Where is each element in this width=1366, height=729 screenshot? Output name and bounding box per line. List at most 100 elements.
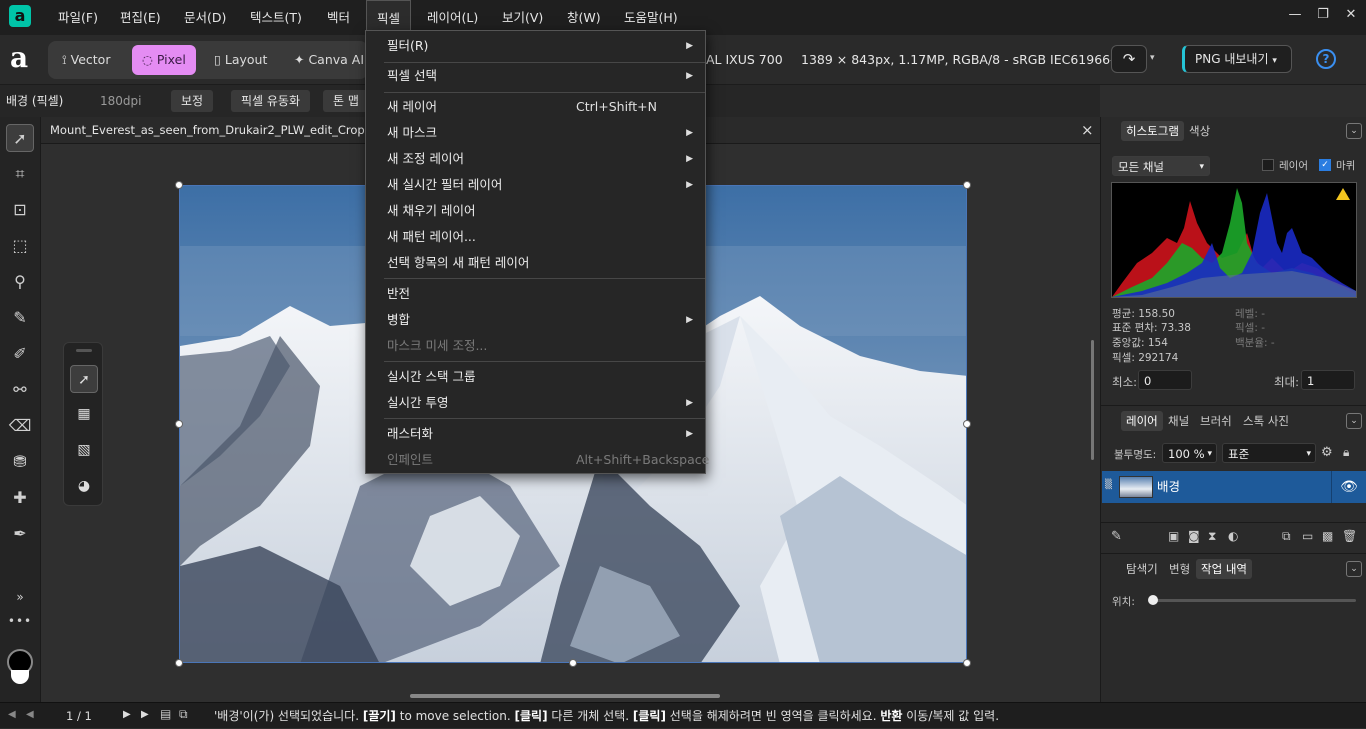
- selection-brush-icon[interactable]: ⊡: [6, 196, 34, 224]
- persona-vector[interactable]: ⟟ Vector: [52, 45, 120, 75]
- menu-item-pixel-selection[interactable]: 픽셀 선택 ▶: [366, 63, 705, 89]
- close-window-icon[interactable]: ✕: [1336, 0, 1366, 30]
- mesh-warp-icon[interactable]: ◕: [70, 472, 98, 500]
- selection-handle[interactable]: [963, 420, 971, 428]
- menu-item-pattern-from-selection[interactable]: 선택 항목의 새 패턴 레이어: [366, 250, 705, 276]
- snapping-icon[interactable]: ↷: [1111, 45, 1147, 73]
- mask-icon[interactable]: ◙: [1188, 529, 1200, 543]
- blend-mode-select[interactable]: 표준 ▾: [1222, 443, 1316, 463]
- menu-item-new-mask[interactable]: 새 마스크 ▶: [366, 120, 705, 146]
- opacity-select[interactable]: 100 % ▾: [1162, 443, 1217, 463]
- menu-item-rasterize[interactable]: 래스터화 ▶: [366, 421, 705, 447]
- trash-icon[interactable]: 🗑︎: [1342, 529, 1357, 543]
- liquify-button[interactable]: 픽셀 유동화: [231, 90, 311, 112]
- minimize-icon[interactable]: —: [1280, 0, 1310, 30]
- tab-transform[interactable]: 변형: [1164, 559, 1195, 579]
- app-logo-icon[interactable]: a: [9, 5, 31, 27]
- color-replace-icon[interactable]: ⚯: [6, 376, 34, 404]
- menu-item-new-pattern-layer[interactable]: 새 패턴 레이어...: [366, 224, 705, 250]
- move-tool-icon[interactable]: ➚: [6, 124, 34, 152]
- layer-checkbox[interactable]: [1262, 159, 1274, 171]
- history-slider-track[interactable]: [1152, 599, 1356, 602]
- folder-icon[interactable]: ▭: [1302, 529, 1313, 543]
- fx-icon[interactable]: ▣: [1168, 529, 1179, 543]
- erase-brush-icon[interactable]: ⌫: [6, 412, 34, 440]
- selection-handle[interactable]: [963, 659, 971, 667]
- adjustment-icon[interactable]: ◐: [1228, 529, 1238, 543]
- lock-icon[interactable]: 🔒︎: [1343, 445, 1349, 460]
- overflow-icon[interactable]: •••: [6, 607, 34, 635]
- pixel-brush-icon[interactable]: ✐: [6, 340, 34, 368]
- menu-file[interactable]: 파일(F): [48, 0, 108, 35]
- persona-layout[interactable]: ▯ Layout: [204, 45, 277, 75]
- tab-stock[interactable]: 스톡 사진: [1238, 411, 1294, 431]
- secondary-color-swatch[interactable]: [11, 670, 29, 684]
- first-page-icon[interactable]: ◀: [8, 709, 16, 720]
- menu-item-invert[interactable]: 반전: [366, 281, 705, 307]
- clone-stamp-icon[interactable]: ⛃: [6, 448, 34, 476]
- grid-icon[interactable]: ▦: [70, 400, 98, 428]
- tab-histogram[interactable]: 히스토그램: [1121, 121, 1184, 141]
- pen-tool-icon[interactable]: ✒: [6, 520, 34, 548]
- marquee-checkbox[interactable]: ✓: [1319, 159, 1331, 171]
- hourglass-icon[interactable]: ⧗: [1208, 529, 1216, 544]
- menu-document[interactable]: 문서(D): [174, 0, 236, 35]
- menu-vector[interactable]: 벡터: [317, 0, 360, 35]
- menu-item-new-layer[interactable]: 새 레이어 Ctrl+Shift+N: [366, 94, 705, 120]
- checker-icon[interactable]: ▩: [1322, 529, 1333, 543]
- collapse-icon[interactable]: ⌄: [1346, 413, 1362, 429]
- export-png-button[interactable]: PNG 내보내기 ▾: [1182, 45, 1292, 73]
- flood-select-icon[interactable]: ⚲: [6, 268, 34, 296]
- restore-icon[interactable]: ❐: [1308, 0, 1338, 30]
- tab-navigator[interactable]: 탐색기: [1121, 559, 1163, 579]
- drag-handle[interactable]: [76, 349, 92, 352]
- menu-item-merge[interactable]: 병합 ▶: [366, 307, 705, 333]
- help-icon[interactable]: ?: [1316, 49, 1336, 69]
- tab-brushes[interactable]: 브러쉬: [1195, 411, 1237, 431]
- group-icon[interactable]: ⧉: [1282, 529, 1291, 544]
- selection-handle[interactable]: [175, 659, 183, 667]
- next-page-icon[interactable]: ▶: [123, 709, 131, 720]
- crop-tool-icon[interactable]: ⌗: [6, 160, 34, 188]
- perspective-grid-icon[interactable]: ▧: [70, 436, 98, 464]
- selection-handle[interactable]: [175, 181, 183, 189]
- healing-brush-icon[interactable]: ✚: [6, 484, 34, 512]
- menu-item-new-fill-layer[interactable]: 새 채우기 레이어: [366, 198, 705, 224]
- tab-channels[interactable]: 채널: [1163, 411, 1194, 431]
- menu-edit[interactable]: 편집(E): [110, 0, 171, 35]
- last-page-icon[interactable]: ▶: [141, 709, 149, 720]
- collapse-icon[interactable]: ⌄: [1346, 561, 1362, 577]
- visibility-eye-icon[interactable]: 👁︎: [1331, 471, 1366, 503]
- min-input[interactable]: 0: [1138, 370, 1192, 390]
- selection-handle[interactable]: [569, 659, 577, 667]
- selection-handle[interactable]: [175, 420, 183, 428]
- horizontal-scrollbar[interactable]: [410, 694, 720, 698]
- settings-gear-icon[interactable]: ⚙: [1321, 445, 1333, 460]
- tab-color[interactable]: 색상: [1184, 121, 1215, 141]
- history-slider-thumb[interactable]: [1148, 595, 1158, 605]
- menu-item-live-projection[interactable]: 실시간 투영 ▶: [366, 390, 705, 416]
- tab-layers[interactable]: 레이어: [1121, 411, 1163, 431]
- menu-item-filter[interactable]: 필터(R) ▶: [366, 33, 705, 59]
- tab-history[interactable]: 작업 내역: [1196, 559, 1252, 579]
- chevron-down-icon[interactable]: ▾: [1150, 53, 1155, 63]
- menu-item-new-live-filter-layer[interactable]: 새 실시간 필터 레이어 ▶: [366, 172, 705, 198]
- edit-layer-icon[interactable]: ✎: [1111, 529, 1122, 544]
- page-icon[interactable]: ▤: [160, 707, 171, 721]
- persona-pixel[interactable]: ◌ Pixel: [132, 45, 196, 75]
- menu-item-new-adjustment-layer[interactable]: 새 조정 레이어 ▶: [366, 146, 705, 172]
- close-document-icon[interactable]: ×: [1081, 117, 1094, 144]
- channel-select[interactable]: 모든 채널 ▾: [1112, 156, 1210, 176]
- max-input[interactable]: 1: [1301, 370, 1355, 390]
- vertical-scrollbar[interactable]: [1091, 340, 1094, 460]
- pages-icon[interactable]: ⧉: [179, 707, 188, 722]
- collapse-icon[interactable]: ⌄: [1346, 123, 1362, 139]
- pointer-icon[interactable]: ➚: [70, 365, 98, 393]
- adjust-button[interactable]: 보정: [171, 90, 214, 112]
- menu-item-live-stack-group[interactable]: 실시간 스택 그룹: [366, 364, 705, 390]
- marquee-tool-icon[interactable]: ⬚: [6, 232, 34, 260]
- tone-map-button[interactable]: 톤 맵: [323, 90, 369, 112]
- layer-row-background[interactable]: ▒ 배경 👁︎: [1102, 471, 1366, 503]
- prev-page-icon[interactable]: ◀: [26, 709, 34, 720]
- persona-canva-ai[interactable]: ✦ Canva AI: [284, 45, 374, 75]
